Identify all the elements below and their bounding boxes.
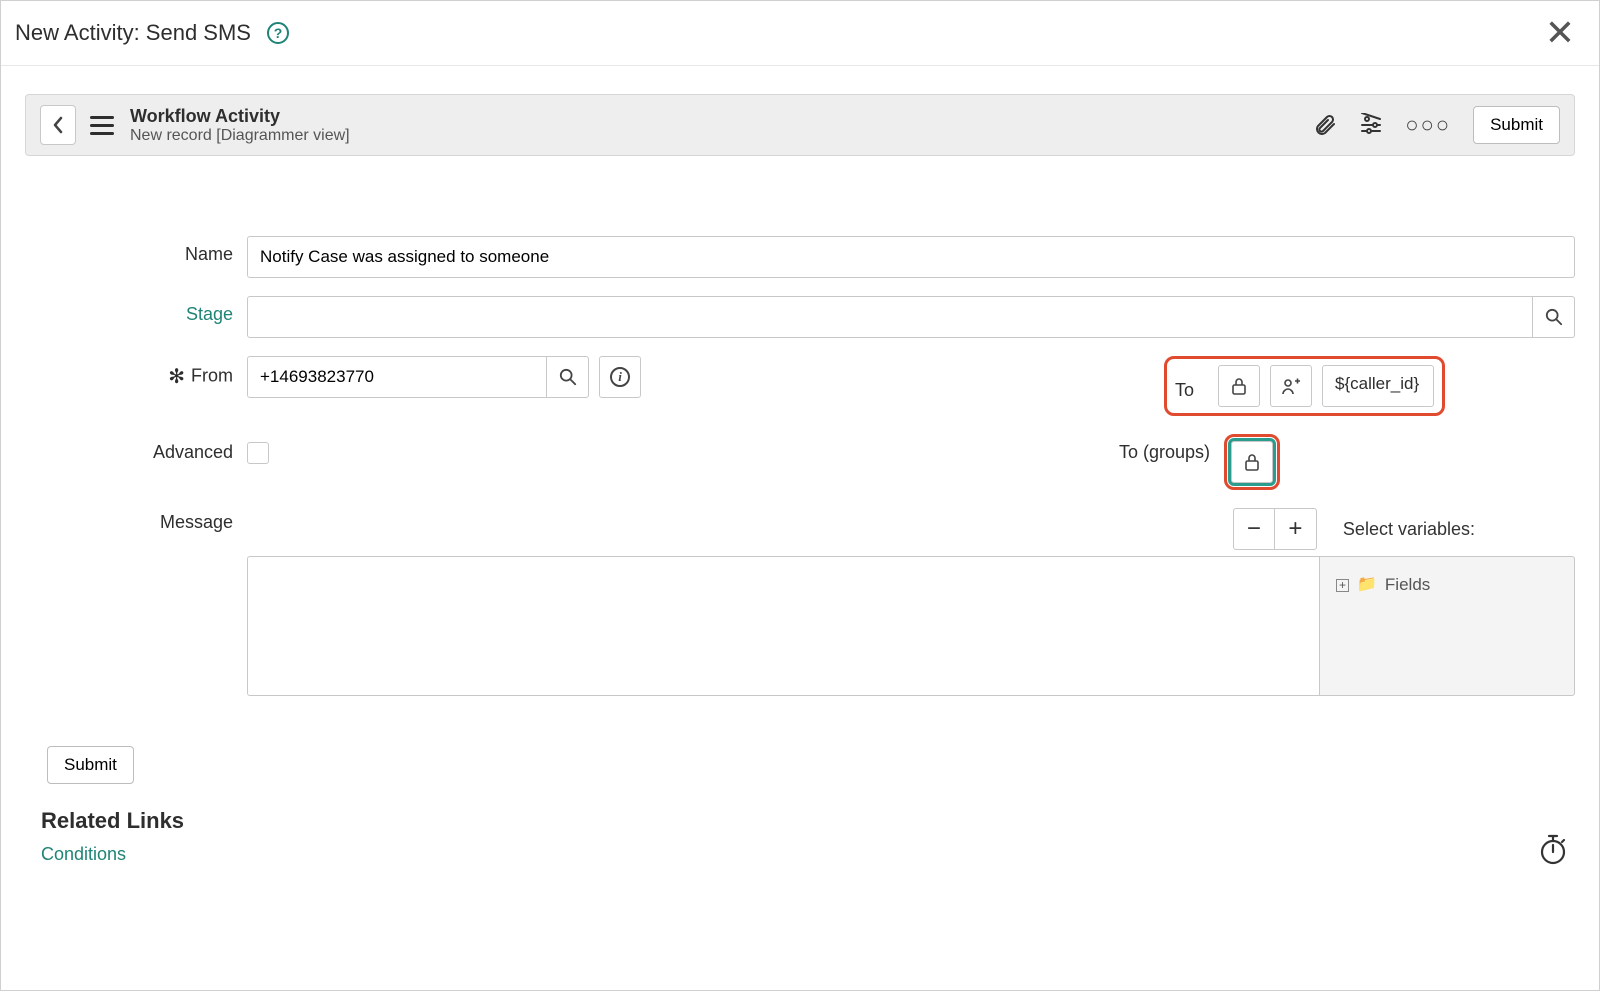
from-input[interactable]: [247, 356, 547, 398]
attachment-icon[interactable]: [1313, 113, 1337, 137]
row-stage: Stage: [25, 296, 1575, 338]
settings-sliders-icon[interactable]: [1359, 113, 1383, 137]
close-icon[interactable]: ✕: [1541, 15, 1579, 51]
stage-lookup-button[interactable]: [1533, 296, 1575, 338]
row-from-to: ✻From i To: [25, 356, 1575, 416]
more-actions-icon[interactable]: ○○○: [1405, 112, 1451, 138]
to-select-user-button[interactable]: [1270, 365, 1312, 407]
record-heading-group: Workflow Activity New record [Diagrammer…: [130, 106, 350, 145]
to-lock-button[interactable]: [1218, 365, 1260, 407]
advanced-checkbox[interactable]: [247, 442, 269, 464]
stage-input[interactable]: [247, 296, 1533, 338]
record-subtitle: New record [Diagrammer view]: [130, 127, 350, 145]
related-links-heading: Related Links: [41, 808, 1599, 834]
to-field-highlight: To ${caller_id}: [1164, 356, 1445, 416]
label-to: To: [1175, 372, 1194, 401]
message-toolbar: − + Select variables:: [247, 508, 1575, 550]
to-groups-lock-button[interactable]: [1231, 441, 1273, 483]
label-to-groups: To (groups): [1119, 434, 1210, 463]
submit-button-header[interactable]: Submit: [1473, 106, 1560, 144]
row-name: Name: [25, 236, 1575, 278]
select-variables-label: Select variables:: [1343, 519, 1475, 540]
label-from: ✻From: [25, 356, 247, 389]
submit-button-footer[interactable]: Submit: [47, 746, 134, 784]
conditions-link[interactable]: Conditions: [41, 844, 1599, 865]
row-message: Message − + Select variables: + 📁 Fields: [25, 508, 1575, 696]
record-title: Workflow Activity: [130, 106, 350, 127]
row-advanced-togroups: Advanced To (groups): [25, 434, 1575, 490]
label-name: Name: [25, 236, 247, 265]
folder-icon: 📁: [1357, 577, 1377, 593]
response-time-icon[interactable]: [1539, 833, 1567, 870]
back-button[interactable]: [40, 105, 76, 145]
form-area: Name Stage ✻From: [25, 236, 1575, 696]
plus-icon: +: [1288, 517, 1302, 541]
label-message: Message: [25, 508, 247, 533]
variables-tree-fields[interactable]: + 📁 Fields: [1336, 575, 1558, 595]
footer-submit-area: Submit: [47, 746, 1599, 784]
record-bar: Workflow Activity New record [Diagrammer…: [25, 94, 1575, 156]
minus-icon: −: [1247, 517, 1261, 541]
dialog-title: New Activity: Send SMS: [15, 20, 251, 46]
from-lookup-button[interactable]: [547, 356, 589, 398]
label-stage[interactable]: Stage: [25, 296, 247, 325]
help-icon[interactable]: ?: [267, 22, 289, 44]
dialog-header: New Activity: Send SMS ? ✕: [1, 1, 1599, 66]
label-advanced: Advanced: [25, 434, 247, 463]
required-asterisk-icon: ✻: [168, 366, 185, 388]
name-input[interactable]: [247, 236, 1575, 278]
fields-tree-label: Fields: [1385, 575, 1430, 595]
variables-panel: + 📁 Fields: [1319, 556, 1575, 696]
tree-expand-icon[interactable]: +: [1336, 579, 1349, 592]
menu-icon[interactable]: [90, 116, 114, 135]
info-icon: i: [610, 367, 630, 387]
to-groups-highlight: [1224, 434, 1280, 490]
bar-actions: ○○○ Submit: [1313, 106, 1560, 144]
message-plus-button[interactable]: +: [1275, 508, 1317, 550]
message-textarea[interactable]: [247, 556, 1319, 696]
from-info-button[interactable]: i: [599, 356, 641, 398]
message-minus-button[interactable]: −: [1233, 508, 1275, 550]
to-value[interactable]: ${caller_id}: [1322, 365, 1434, 407]
